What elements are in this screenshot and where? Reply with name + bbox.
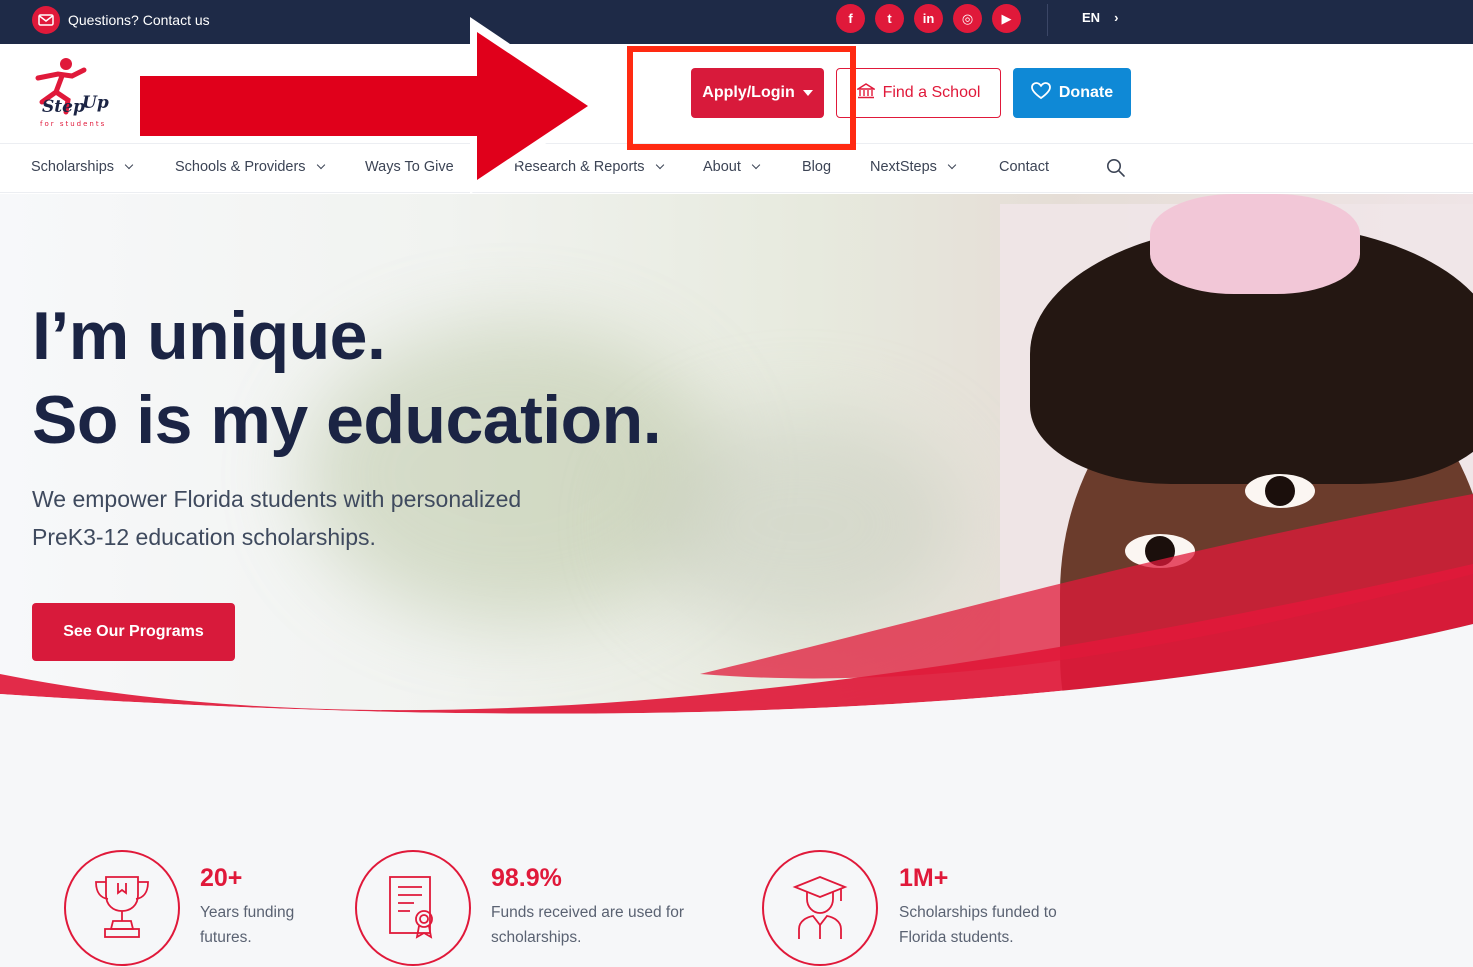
language-selector[interactable]: EN › xyxy=(1082,10,1118,25)
nav-label: NextSteps xyxy=(870,159,937,175)
stat-description: Years funding futures. xyxy=(200,900,294,950)
graduate-icon xyxy=(762,850,878,966)
twitter-icon[interactable]: t xyxy=(875,4,904,33)
hero-subtitle: We empower Florida students with persona… xyxy=(32,480,652,556)
nav-label: Contact xyxy=(999,159,1049,175)
annotation-highlight-box xyxy=(627,46,856,150)
donate-label: Donate xyxy=(1058,84,1114,101)
svg-text:Step: Step xyxy=(42,97,85,117)
language-label: EN xyxy=(1082,10,1101,25)
donate-button[interactable]: Donate xyxy=(1013,68,1131,118)
stat-line: futures. xyxy=(200,929,252,946)
nav-item-scholarships[interactable]: Scholarships xyxy=(31,159,134,175)
stat-line: Years funding xyxy=(200,904,295,921)
hero-subtitle-line1: We empower Florida students with persona… xyxy=(32,486,522,512)
stat-line: Scholarships funded to xyxy=(899,904,1057,921)
instagram-icon[interactable]: ◎ xyxy=(953,4,982,33)
stat-line: scholarships. xyxy=(491,929,582,946)
chevron-down-icon xyxy=(655,160,664,170)
stat-value: 20+ xyxy=(200,864,243,892)
stat-description: Scholarships funded to Florida students. xyxy=(899,900,1057,950)
certificate-icon xyxy=(355,850,471,966)
hero-title-line1: I’m unique. xyxy=(32,298,386,374)
nav-item-contact[interactable]: Contact xyxy=(999,159,1049,175)
hero-subtitle-line2: PreK3-12 education scholarships. xyxy=(32,524,376,550)
search-icon[interactable] xyxy=(1106,158,1126,178)
annotation-arrow xyxy=(133,17,602,194)
stat-description: Funds received are used for scholarships… xyxy=(491,900,684,950)
linkedin-icon[interactable]: in xyxy=(914,4,943,33)
find-school-button[interactable]: Find a School xyxy=(836,68,1001,118)
chevron-right-icon: › xyxy=(1114,10,1119,25)
hero-section: I’m unique. So is my education. We empow… xyxy=(0,194,1473,734)
nav-item-about[interactable]: About xyxy=(703,159,761,175)
svg-text:for students: for students xyxy=(40,120,106,128)
svg-text:Up: Up xyxy=(82,93,109,113)
nav-label: Blog xyxy=(802,159,832,175)
see-programs-button[interactable]: See Our Programs xyxy=(32,603,235,661)
step-up-logo[interactable]: Step Up for students xyxy=(28,56,110,130)
find-school-label: Find a School xyxy=(882,84,981,101)
stats-section: 20+ Years funding futures. 98.9% Funds r… xyxy=(0,734,1473,967)
chevron-down-icon xyxy=(947,160,957,170)
youtube-icon[interactable]: ▶ xyxy=(992,4,1021,33)
nav-item-nextsteps[interactable]: NextSteps xyxy=(870,159,957,175)
stat-value: 98.9% xyxy=(491,864,562,892)
school-building-icon xyxy=(855,82,877,104)
hero-title-line2: So is my education. xyxy=(32,382,662,458)
stat-value: 1M+ xyxy=(899,864,949,892)
heart-icon xyxy=(1030,81,1051,105)
facebook-icon[interactable]: f xyxy=(836,4,865,33)
stat-line: Florida students. xyxy=(899,929,1014,946)
mail-icon xyxy=(32,6,60,34)
hero-title: I’m unique. So is my education. xyxy=(32,294,662,462)
topbar-divider xyxy=(1047,4,1048,36)
chevron-down-icon xyxy=(751,160,761,170)
nav-label: About xyxy=(703,159,741,175)
social-links: f t in ◎ ▶ xyxy=(836,4,1021,33)
nav-item-blog[interactable]: Blog xyxy=(802,159,831,175)
trophy-icon xyxy=(64,850,180,966)
nav-label: Scholarships xyxy=(31,159,115,175)
stat-line: Funds received are used for xyxy=(491,904,684,921)
